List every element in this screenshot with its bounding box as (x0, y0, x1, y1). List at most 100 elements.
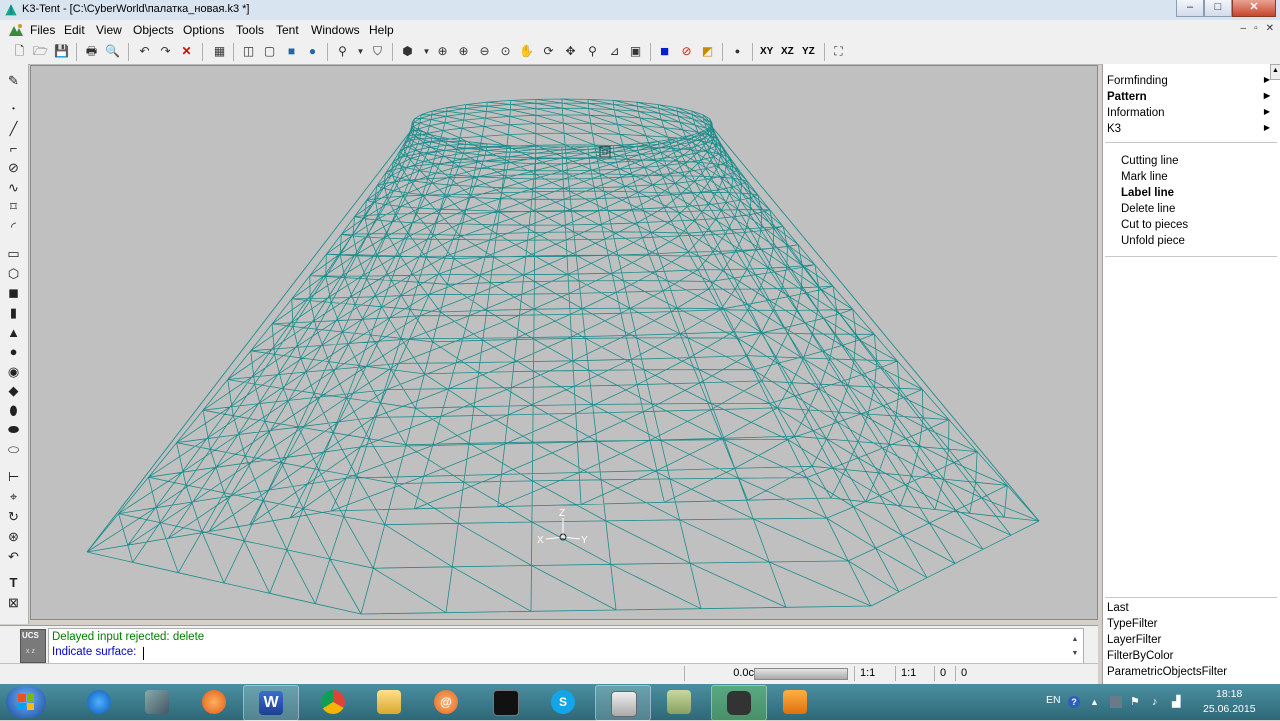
action-center-flag-icon[interactable]: ⚑ (1130, 696, 1142, 708)
open-file-icon[interactable]: 🗁 (32, 43, 49, 60)
snap-dropdown-icon[interactable]: ▼ (352, 43, 369, 60)
status-slider[interactable] (754, 668, 848, 680)
cone-tool-icon[interactable]: ▲ (5, 324, 22, 341)
dimension-tool-icon[interactable]: ⊢ (5, 468, 22, 485)
menu-view[interactable]: View (96, 23, 122, 37)
taskbar-chrome[interactable] (306, 685, 360, 719)
dome-tool-icon[interactable]: ⬮ (5, 402, 22, 419)
network-signal-icon[interactable]: ▟ (1172, 696, 1184, 708)
filter-last[interactable]: Last (1107, 602, 1129, 614)
clock-date[interactable]: 25.06.2015 (1203, 703, 1256, 715)
pattern-unfold-piece[interactable]: Unfold piece (1121, 235, 1185, 247)
move-tool-icon[interactable]: ⌖ (5, 488, 22, 505)
ucs-indicator[interactable]: UCS x z (20, 629, 46, 663)
menu-tent[interactable]: Tent (276, 23, 299, 37)
panel-menu-k3[interactable]: K3 ▶ (1107, 123, 1275, 135)
grid-icon[interactable]: ▦ (211, 43, 228, 60)
color-square-icon[interactable]: ■ (656, 43, 673, 60)
taskbar-recorder[interactable] (711, 685, 767, 721)
speaker-icon[interactable]: ♪ (1152, 696, 1164, 708)
view-xz-button[interactable]: XZ (781, 43, 794, 60)
pattern-label-line[interactable]: Label line (1121, 187, 1174, 199)
print-icon[interactable]: 🖶 (83, 43, 100, 60)
text-tool-icon[interactable]: T (5, 574, 22, 591)
new-file-icon[interactable]: 🗋 (11, 43, 28, 60)
mirror-tool-icon[interactable]: ↶ (5, 548, 22, 565)
menu-files[interactable]: Files (30, 23, 55, 37)
command-output[interactable]: Delayed input rejected: delete Indicate … (48, 628, 1084, 664)
minimize-button[interactable]: – (1176, 0, 1204, 17)
mdi-close-button[interactable]: ✕ (1266, 23, 1274, 34)
measure-icon[interactable]: ⊿ (606, 43, 623, 60)
torus-tool-icon[interactable]: ◉ (5, 363, 22, 380)
pattern-cutting-line[interactable]: Cutting line (1121, 155, 1179, 167)
orbit-icon[interactable]: ✥ (562, 43, 579, 60)
menu-objects[interactable]: Objects (133, 23, 174, 37)
language-indicator[interactable]: EN (1046, 694, 1061, 706)
polygon-tool-icon[interactable]: ⬡ (5, 265, 22, 282)
polyline-tool-icon[interactable]: ⌐ (5, 140, 22, 157)
spline-tool-icon[interactable]: ∿ (5, 179, 22, 196)
tray-expand-icon[interactable]: ▲ (1090, 696, 1102, 708)
view-yz-button[interactable]: YZ (802, 43, 815, 60)
menu-windows[interactable]: Windows (311, 23, 360, 37)
taskbar-word[interactable]: W (243, 685, 299, 721)
k3-menu-icon[interactable] (8, 23, 24, 37)
render-icon[interactable]: ● (304, 43, 321, 60)
wedge-tool-icon[interactable]: ◆ (5, 382, 22, 399)
arc-tool-icon[interactable]: ◜ (5, 218, 22, 235)
start-button[interactable] (6, 686, 46, 718)
filter-layer[interactable]: LayerFilter (1107, 634, 1161, 646)
taskbar-skype[interactable]: S (536, 685, 590, 719)
line-tool-icon[interactable]: ╱ (5, 120, 22, 137)
3d-viewport[interactable]: Z X Y (30, 65, 1098, 620)
view-cube-icon[interactable]: ⬢ (399, 43, 416, 60)
pattern-mark-line[interactable]: Mark line (1121, 171, 1168, 183)
filter-type[interactable]: TypeFilter (1107, 618, 1158, 630)
maximize-button[interactable]: □ (1204, 0, 1232, 17)
snap-icon[interactable]: ⚲ (334, 43, 351, 60)
pattern-delete-line[interactable]: Delete line (1121, 203, 1175, 215)
hatch-tool-icon[interactable]: ⊠ (5, 594, 22, 611)
zoom-all-icon[interactable]: ⊙ (497, 43, 514, 60)
point-tool-icon[interactable]: • (5, 100, 22, 117)
save-icon[interactable]: 💾 (53, 43, 70, 60)
pattern-cut-to-pieces[interactable]: Cut to pieces (1121, 219, 1188, 231)
circle-tool-icon[interactable]: ⊘ (5, 159, 22, 176)
layers-icon[interactable]: ◩ (699, 43, 716, 60)
pan-hand-icon[interactable]: ✋ (518, 43, 535, 60)
cylinder-tool-icon[interactable]: ▮ (5, 304, 22, 321)
taskbar-app-notes[interactable] (652, 685, 706, 719)
hidden-box-icon[interactable]: ▢ (261, 43, 278, 60)
help-tray-icon[interactable]: ? (1068, 696, 1080, 708)
panel-menu-information[interactable]: Information ▶ (1107, 107, 1275, 119)
wireframe-box-icon[interactable]: ◫ (240, 43, 257, 60)
close-button[interactable]: ✕ (1232, 0, 1276, 17)
taskbar-mail[interactable]: @ (419, 685, 473, 719)
zoom-in-icon[interactable]: ⊕ (455, 43, 472, 60)
fit-view-icon[interactable]: ⛶ (830, 43, 847, 60)
ellipsoid-tool-icon[interactable]: ⬬ (5, 421, 22, 438)
menu-tools[interactable]: Tools (236, 23, 264, 37)
menu-help[interactable]: Help (369, 23, 394, 37)
print-preview-icon[interactable]: 🔍 (104, 43, 121, 60)
mdi-minimize-button[interactable]: – (1241, 23, 1247, 34)
no-filter-icon[interactable]: ⊘ (678, 43, 695, 60)
rectangle-tool-icon[interactable]: ▭ (5, 245, 22, 262)
menu-options[interactable]: Options (183, 23, 224, 37)
point-icon[interactable]: ● (729, 43, 746, 60)
delete-icon[interactable]: ✕ (178, 43, 195, 60)
camera-icon[interactable]: ⛉ (369, 43, 386, 60)
filter-parametric-objects[interactable]: ParametricObjectsFilter (1107, 666, 1227, 678)
box-tool-icon[interactable]: ◼ (5, 284, 22, 301)
rotate-tool-icon[interactable]: ↻ (5, 508, 22, 525)
disk-tool-icon[interactable]: ⬭ (5, 441, 22, 458)
taskbar-explorer[interactable] (362, 685, 416, 719)
undo-icon[interactable]: ↶ (136, 43, 153, 60)
taskbar-internet-explorer[interactable] (72, 685, 126, 719)
sphere-tool-icon[interactable]: ● (5, 343, 22, 360)
panel-menu-formfinding[interactable]: Formfinding ▶ (1107, 75, 1275, 87)
redo-icon[interactable]: ↷ (157, 43, 174, 60)
taskbar-media-player[interactable] (187, 685, 241, 719)
view-xy-button[interactable]: XY (760, 43, 773, 60)
